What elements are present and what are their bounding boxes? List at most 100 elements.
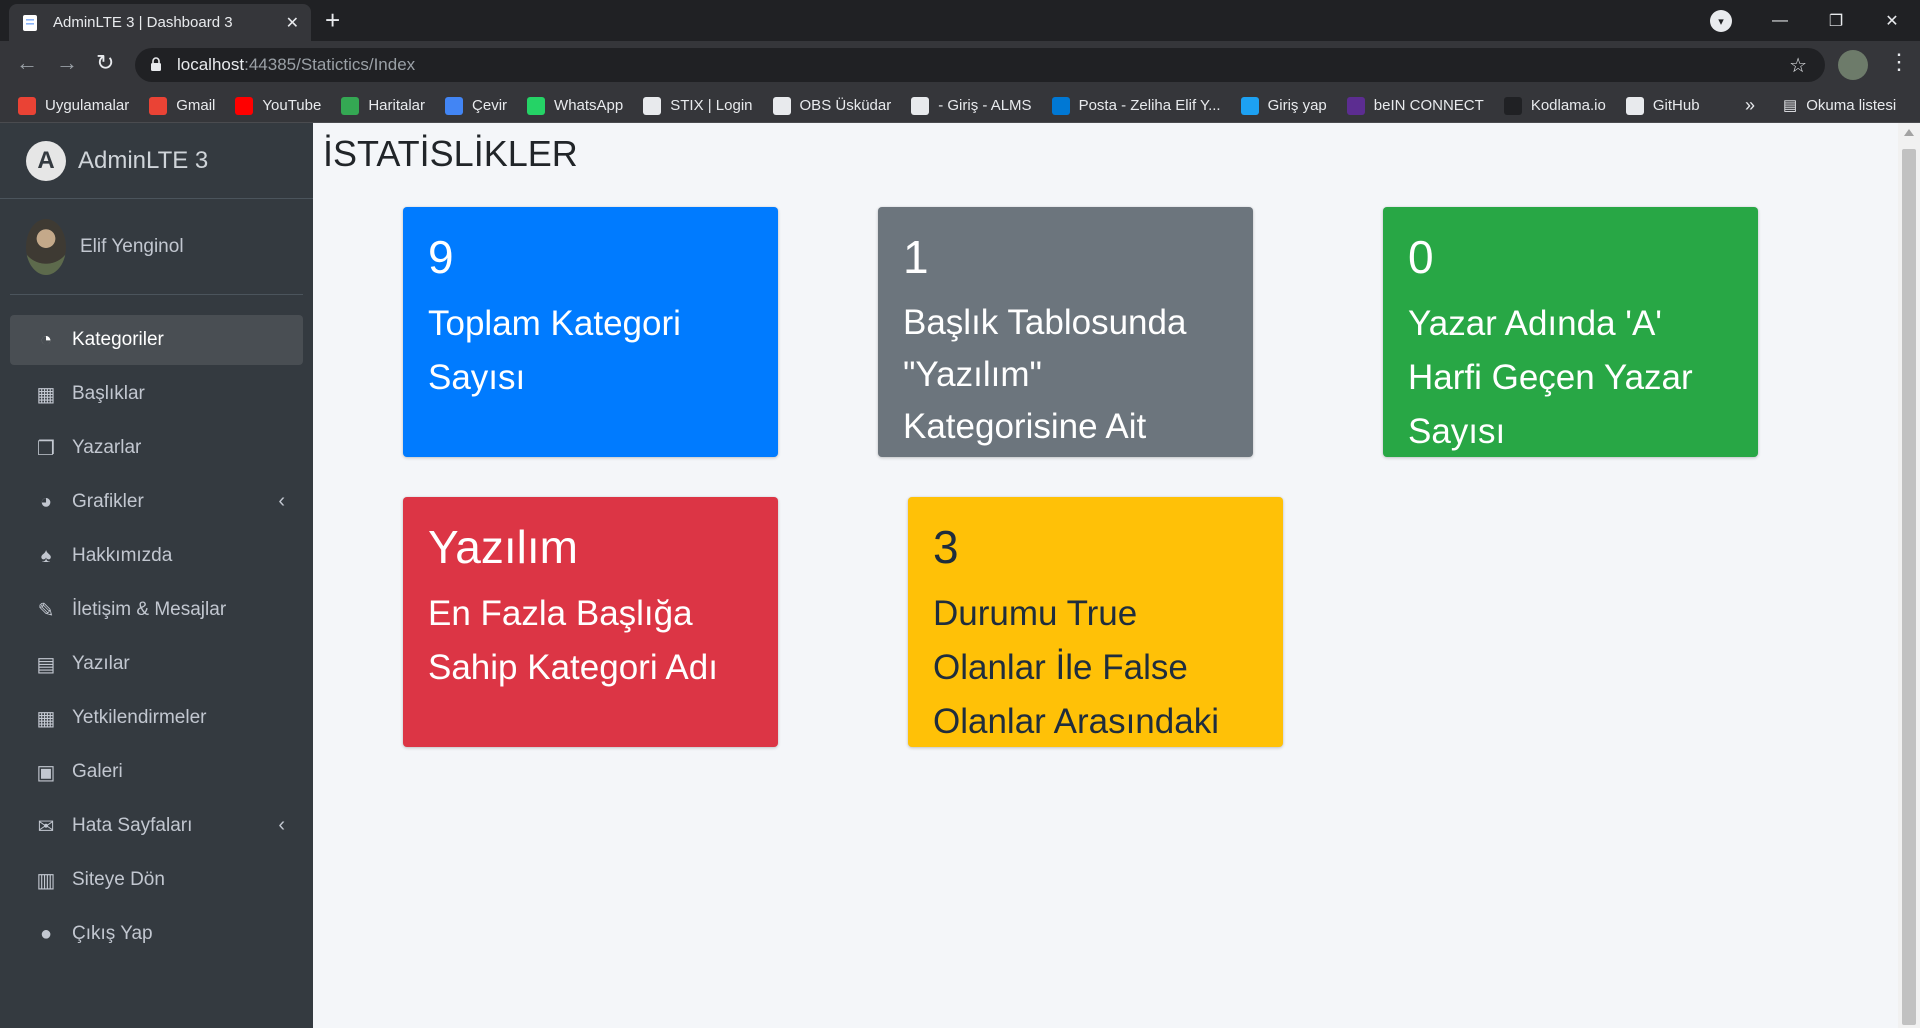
sidebar-item-başlıklar[interactable]: ▦ Başlıklar xyxy=(10,369,303,419)
menu-kebab-icon[interactable]: ⋮ xyxy=(1888,49,1910,75)
brand-link[interactable]: A AdminLTE 3 xyxy=(0,123,313,199)
bookmarks-more-icon[interactable]: » xyxy=(1745,95,1755,116)
sidebar-item-yetkilendirmeler[interactable]: ▦ Yetkilendirmeler xyxy=(10,693,303,743)
bookmark-favicon-icon xyxy=(527,96,546,115)
bookmark-label: Kodlama.io xyxy=(1530,97,1606,114)
brand-logo: A xyxy=(26,140,66,181)
sidebar-item-siteye-dön[interactable]: ▥ Siteye Dön xyxy=(10,855,303,905)
envelope-icon: ✉ xyxy=(37,815,55,838)
sidebar-item-label: Hata Sayfaları xyxy=(72,815,193,836)
stat-box-software-titles: 1 Başlık Tablosunda "Yazılım" Kategorisi… xyxy=(878,207,1253,457)
sidebar-item-hata-sayfaları[interactable]: ✉ Hata Sayfaları ‹ xyxy=(10,801,303,851)
bookmark-item[interactable]: GitHub xyxy=(1625,96,1700,115)
bookmark-label: Giriş yap xyxy=(1267,97,1327,114)
bookmark-favicon-icon xyxy=(772,96,791,115)
sidebar-item-yazılar[interactable]: ▤ Yazılar xyxy=(10,639,303,689)
bookmark-favicon-icon xyxy=(1051,96,1070,115)
user-name: Elif Yenginol xyxy=(80,235,184,257)
bookmark-item[interactable]: WhatsApp xyxy=(527,96,624,115)
bookmark-label: Gmail xyxy=(176,97,216,114)
bookmark-favicon-icon xyxy=(445,96,464,115)
bookmark-label: Uygulamalar xyxy=(45,97,130,114)
window-close-icon[interactable]: ✕ xyxy=(1864,11,1920,31)
forward-icon[interactable]: → xyxy=(56,51,78,75)
bookmark-item[interactable]: Uygulamalar xyxy=(18,96,130,115)
calendar-icon: ▦ xyxy=(36,707,56,730)
scroll-thumb[interactable] xyxy=(1902,149,1916,1025)
browser-tab[interactable]: AdminLTE 3 | Dashboard 3 ✕ xyxy=(9,4,311,41)
bookmark-favicon-icon xyxy=(1240,96,1259,115)
new-tab-button[interactable]: + xyxy=(325,6,340,34)
bookmark-favicon-icon xyxy=(18,96,36,115)
stat-box-top-category: Yazılım En Fazla Başlığa Sahip Kategori … xyxy=(403,497,778,747)
bookmark-favicon-icon xyxy=(911,96,930,115)
tab-title: AdminLTE 3 | Dashboard 3 xyxy=(53,14,233,31)
bookmark-item[interactable]: OBS Üsküdar xyxy=(772,96,892,115)
bookmark-item[interactable]: YouTube xyxy=(235,96,321,115)
sidebar-item-label: İletişim & Mesajlar xyxy=(72,599,227,620)
bookmark-favicon-icon xyxy=(643,96,662,115)
scroll-up-icon[interactable] xyxy=(1904,129,1914,136)
profile-avatar[interactable] xyxy=(1838,50,1868,80)
bookmark-star-icon[interactable]: ☆ xyxy=(1789,53,1807,78)
sidebar-item-çıkış-yap[interactable]: ● Çıkış Yap xyxy=(10,909,303,959)
sidebar-item-yazarlar[interactable]: ❐ Yazarlar xyxy=(10,423,303,473)
page-scrollbar[interactable] xyxy=(1898,123,1920,1028)
bookmark-label: - Giriş - ALMS xyxy=(938,97,1032,114)
edit-icon: ✎ xyxy=(37,599,55,622)
bookmark-item[interactable]: beIN CONNECT xyxy=(1346,96,1484,115)
window-controls: — ❐ ✕ xyxy=(1752,0,1920,41)
back-icon[interactable]: ← xyxy=(16,51,38,75)
reading-list-button[interactable]: ▤ Okuma listesi xyxy=(1783,96,1896,115)
reading-list-icon: ▤ xyxy=(1783,97,1798,114)
stat-value: 3 xyxy=(933,521,959,573)
book-icon: ▥ xyxy=(36,869,56,892)
sidebar-item-label: Siteye Dön xyxy=(72,869,165,890)
bookmark-label: WhatsApp xyxy=(554,97,624,114)
bookmark-item[interactable]: Giriş yap xyxy=(1240,96,1327,115)
minimize-icon[interactable]: — xyxy=(1752,12,1808,30)
bookmark-item[interactable]: Gmail xyxy=(149,96,216,115)
user-panel[interactable]: Elif Yenginol xyxy=(10,199,303,295)
bookmark-label: GitHub xyxy=(1652,97,1700,114)
bookmark-item[interactable]: - Giriş - ALMS xyxy=(911,96,1032,115)
copy-icon: ❐ xyxy=(37,437,55,460)
bookmark-item[interactable]: STIX | Login xyxy=(643,96,753,115)
avatar xyxy=(26,218,66,275)
url-host: localhost xyxy=(177,55,245,74)
url-path: :44385/Statictics/Index xyxy=(244,55,416,74)
address-bar[interactable]: localhost:44385/Statictics/Index ☆ xyxy=(135,48,1825,82)
bookmark-item[interactable]: Posta - Zeliha Elif Y... xyxy=(1051,96,1221,115)
sidebar-item-hakkımızda[interactable]: ♠ Hakkımızda xyxy=(10,531,303,581)
stat-label: Toplam Kategori Sayısı xyxy=(428,304,681,397)
sidebar-item-grafikler[interactable]: ◕ Grafikler ‹ xyxy=(10,477,303,527)
reload-icon[interactable]: ↻ xyxy=(96,51,114,75)
bookmark-favicon-icon xyxy=(149,96,168,115)
document-icon xyxy=(21,14,39,32)
sidebar-item-kategoriler[interactable]: ◔ Kategoriler xyxy=(10,315,303,365)
stat-box-total-categories: 9 Toplam Kategori Sayısı xyxy=(403,207,778,457)
bookmark-favicon-icon xyxy=(341,96,360,115)
main-content: İSTATİSLİKLER 9 Toplam Kategori Sayısı 1… xyxy=(313,123,1898,1028)
table-icon: ▤ xyxy=(36,653,56,676)
bookmark-favicon-icon xyxy=(1503,96,1522,115)
sidebar-item-i-letişim-mesajlar[interactable]: ✎ İletişim & Mesajlar xyxy=(10,585,303,635)
restore-icon[interactable]: ❐ xyxy=(1808,11,1864,31)
sidebar-item-galeri[interactable]: ▣ Galeri xyxy=(10,747,303,797)
sidebar-item-label: Yetkilendirmeler xyxy=(72,707,207,728)
bookmark-label: OBS Üsküdar xyxy=(799,97,892,114)
chevron-left-icon: ‹ xyxy=(278,490,285,512)
bookmark-favicon-icon xyxy=(1625,96,1644,115)
bookmark-label: Haritalar xyxy=(368,97,426,114)
grid-icon: ▦ xyxy=(36,383,56,406)
tab-close-icon[interactable]: ✕ xyxy=(286,13,299,33)
image-icon: ▣ xyxy=(36,761,56,784)
bookmark-item[interactable]: Kodlama.io xyxy=(1503,96,1606,115)
bookmark-item[interactable]: Çevir xyxy=(445,96,507,115)
bookmark-label: Posta - Zeliha Elif Y... xyxy=(1078,97,1221,114)
bookmark-label: beIN CONNECT xyxy=(1373,97,1484,114)
sidebar-item-label: Yazılar xyxy=(72,653,130,674)
bookmark-item[interactable]: Haritalar xyxy=(341,96,426,115)
tab-search-icon[interactable]: ▾ xyxy=(1710,10,1732,32)
stat-value: Yazılım xyxy=(428,521,578,573)
